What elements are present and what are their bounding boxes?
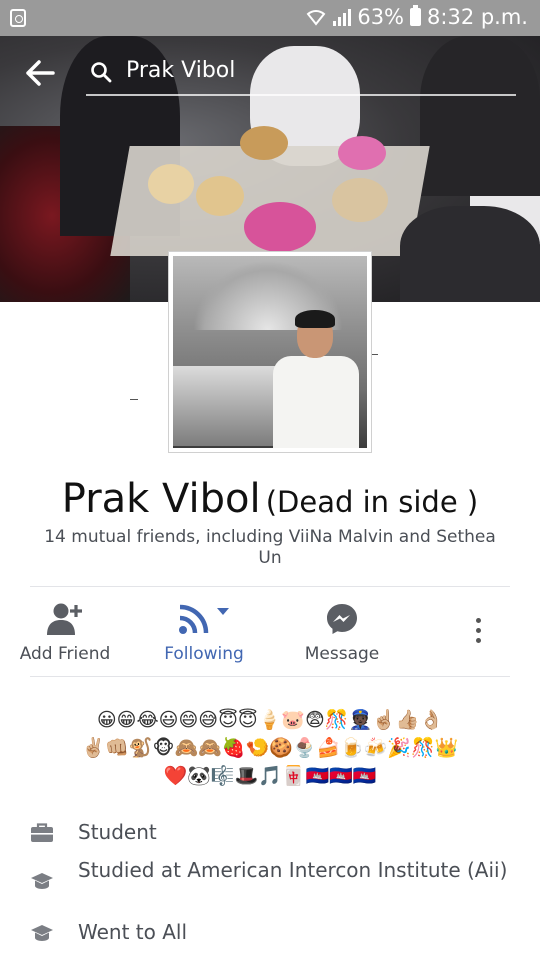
info-text: Student: [78, 820, 157, 844]
messenger-icon: [327, 604, 357, 634]
profile-name-main: Prak Vibol: [61, 476, 261, 522]
profile-bio: 😀😁😂😃😄😅😇😇🍦🐷😨🎊👮🏿☝🏼👍🏼👌🏼 ✌🏼👊🏼🐒🐵🙈🙈🍓🍤🍪🍨🍰🍺🍻🎉🎊👑 …: [40, 706, 500, 790]
divider-mark: [372, 354, 378, 355]
bio-line: ❤️🐼🎼🎩🎵🀄️🇰🇭🇰🇭🇰🇭: [163, 765, 377, 787]
battery-icon: [410, 5, 422, 26]
bio-line: ✌🏼👊🏼🐒🐵🙈🙈🍓🍤🍪🍨🍰🍺🍻🎉🎊👑: [81, 737, 459, 759]
profile-picture[interactable]: [168, 251, 372, 453]
rss-feed-icon: [179, 604, 209, 634]
profile-name: Prak Vibol (Dead in side ): [0, 476, 540, 522]
search-underline: [86, 94, 516, 96]
battery-percent: 63%: [357, 5, 405, 29]
back-arrow-icon[interactable]: [24, 58, 56, 88]
graduation-cap-icon: [31, 873, 53, 889]
graduation-cap-icon: [31, 925, 53, 941]
status-bar: 63% 8:32 p.m.: [0, 0, 540, 36]
add-friend-button[interactable]: Add Friend: [0, 600, 130, 664]
info-text: Studied at American Intercon Institute (…: [78, 858, 508, 882]
search-bar[interactable]: Prak Vibol: [0, 50, 540, 98]
following-button[interactable]: Following: [139, 600, 269, 664]
search-input[interactable]: Prak Vibol: [126, 58, 235, 83]
add-friend-label: Add Friend: [19, 644, 111, 664]
bio-line: 😀😁😂😃😄😅😇😇🍦🐷😨🎊👮🏿☝🏼👍🏼👌🏼: [96, 709, 444, 731]
briefcase-icon: [31, 823, 53, 842]
dropdown-caret-icon: [217, 608, 229, 615]
divider: [30, 586, 510, 587]
signal-icon: [333, 8, 352, 26]
add-friend-icon: [47, 603, 82, 635]
search-icon: [91, 62, 112, 83]
divider-mark: [130, 399, 138, 400]
more-options-icon[interactable]: [476, 618, 484, 648]
divider: [30, 676, 510, 677]
message-button[interactable]: Message: [277, 600, 407, 664]
mutual-friends-text[interactable]: 14 mutual friends, including ViiNa Malvi…: [30, 527, 510, 569]
wifi-icon: [306, 10, 326, 26]
info-text: Went to All: [78, 920, 188, 944]
profile-actions: Add Friend Following Message: [0, 600, 540, 670]
message-label: Message: [304, 644, 380, 664]
notification-icon: [10, 9, 26, 27]
profile-alternate-name: (Dead in side ): [265, 485, 479, 519]
following-label: Following: [164, 644, 244, 664]
clock: 8:32 p.m.: [427, 5, 528, 29]
